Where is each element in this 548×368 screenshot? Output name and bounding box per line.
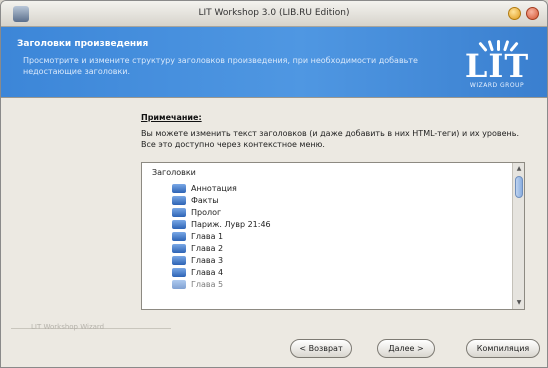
tree-item[interactable]: Факты xyxy=(172,194,271,206)
note-text: Вы можете изменить текст заголовков (и д… xyxy=(141,129,519,149)
wizard-content: Примечание: Вы можете изменить текст заг… xyxy=(1,98,547,367)
heading-icon xyxy=(172,231,186,241)
heading-icon xyxy=(172,279,186,289)
tree-item-label: Париж. Лувр 21:46 xyxy=(191,219,271,229)
headings-tree[interactable]: Заголовки Аннотация Факты Пролог Париж. … xyxy=(141,162,525,310)
heading-icon xyxy=(172,255,186,265)
tree-item-label: Глава 4 xyxy=(191,267,224,277)
header-subtitle: Просмотрите и измените структуру заголов… xyxy=(23,56,418,76)
tree-scrollbar[interactable]: ▲ ▼ xyxy=(512,163,524,309)
tree-item-label: Факты xyxy=(191,195,219,205)
tree-item[interactable]: Аннотация xyxy=(172,182,271,194)
note-title: Примечание: xyxy=(141,113,202,122)
heading-icon xyxy=(172,183,186,193)
tree-item[interactable]: Париж. Лувр 21:46 xyxy=(172,218,271,230)
tree-item[interactable]: Глава 4 xyxy=(172,266,271,278)
tree-item-label: Глава 3 xyxy=(191,255,224,265)
tree-item-label: Глава 5 xyxy=(191,279,224,289)
heading-icon xyxy=(172,195,186,205)
logo-text: LIT xyxy=(464,47,530,85)
logo-subtext: WIZARD GROUP xyxy=(469,82,525,89)
scroll-down-icon[interactable]: ▼ xyxy=(515,299,523,307)
close-button[interactable] xyxy=(526,7,539,20)
tree-item-label: Пролог xyxy=(191,207,222,217)
heading-icon xyxy=(172,207,186,217)
tree-item[interactable]: Пролог xyxy=(172,206,271,218)
tree-item[interactable]: Глава 1 xyxy=(172,230,271,242)
tree-item-label: Аннотация xyxy=(191,183,237,193)
next-button[interactable]: Далее > xyxy=(377,339,435,358)
heading-icon xyxy=(172,267,186,277)
back-button[interactable]: < Возврат xyxy=(290,339,352,358)
scroll-up-icon[interactable]: ▲ xyxy=(515,165,523,173)
heading-icon xyxy=(172,219,186,229)
window-title: LIT Workshop 3.0 (LIB.RU Edition) xyxy=(198,8,350,18)
lit-logo: LIT WIZARD GROUP xyxy=(459,35,535,91)
tree-item-label: Глава 2 xyxy=(191,243,224,253)
tree-root[interactable]: Заголовки xyxy=(152,168,196,177)
scroll-thumb[interactable] xyxy=(515,176,523,198)
footer-text: LIT Workshop Wizard xyxy=(31,323,105,331)
compile-button[interactable]: Компиляция xyxy=(466,339,540,358)
tree-items: Аннотация Факты Пролог Париж. Лувр 21:46… xyxy=(172,182,271,290)
wizard-header: Заголовки произведения Просмотрите и изм… xyxy=(1,27,547,97)
tree-item[interactable]: Глава 5 xyxy=(172,278,271,290)
heading-icon xyxy=(172,243,186,253)
tree-item[interactable]: Глава 3 xyxy=(172,254,271,266)
wizard-window: LIT Workshop 3.0 (LIB.RU Edition) Заголо… xyxy=(0,0,548,368)
header-title: Заголовки произведения xyxy=(17,39,149,49)
tree-item-label: Глава 1 xyxy=(191,231,224,241)
title-bar[interactable]: LIT Workshop 3.0 (LIB.RU Edition) xyxy=(1,1,547,27)
tree-item[interactable]: Глава 2 xyxy=(172,242,271,254)
minimize-button[interactable] xyxy=(508,7,521,20)
